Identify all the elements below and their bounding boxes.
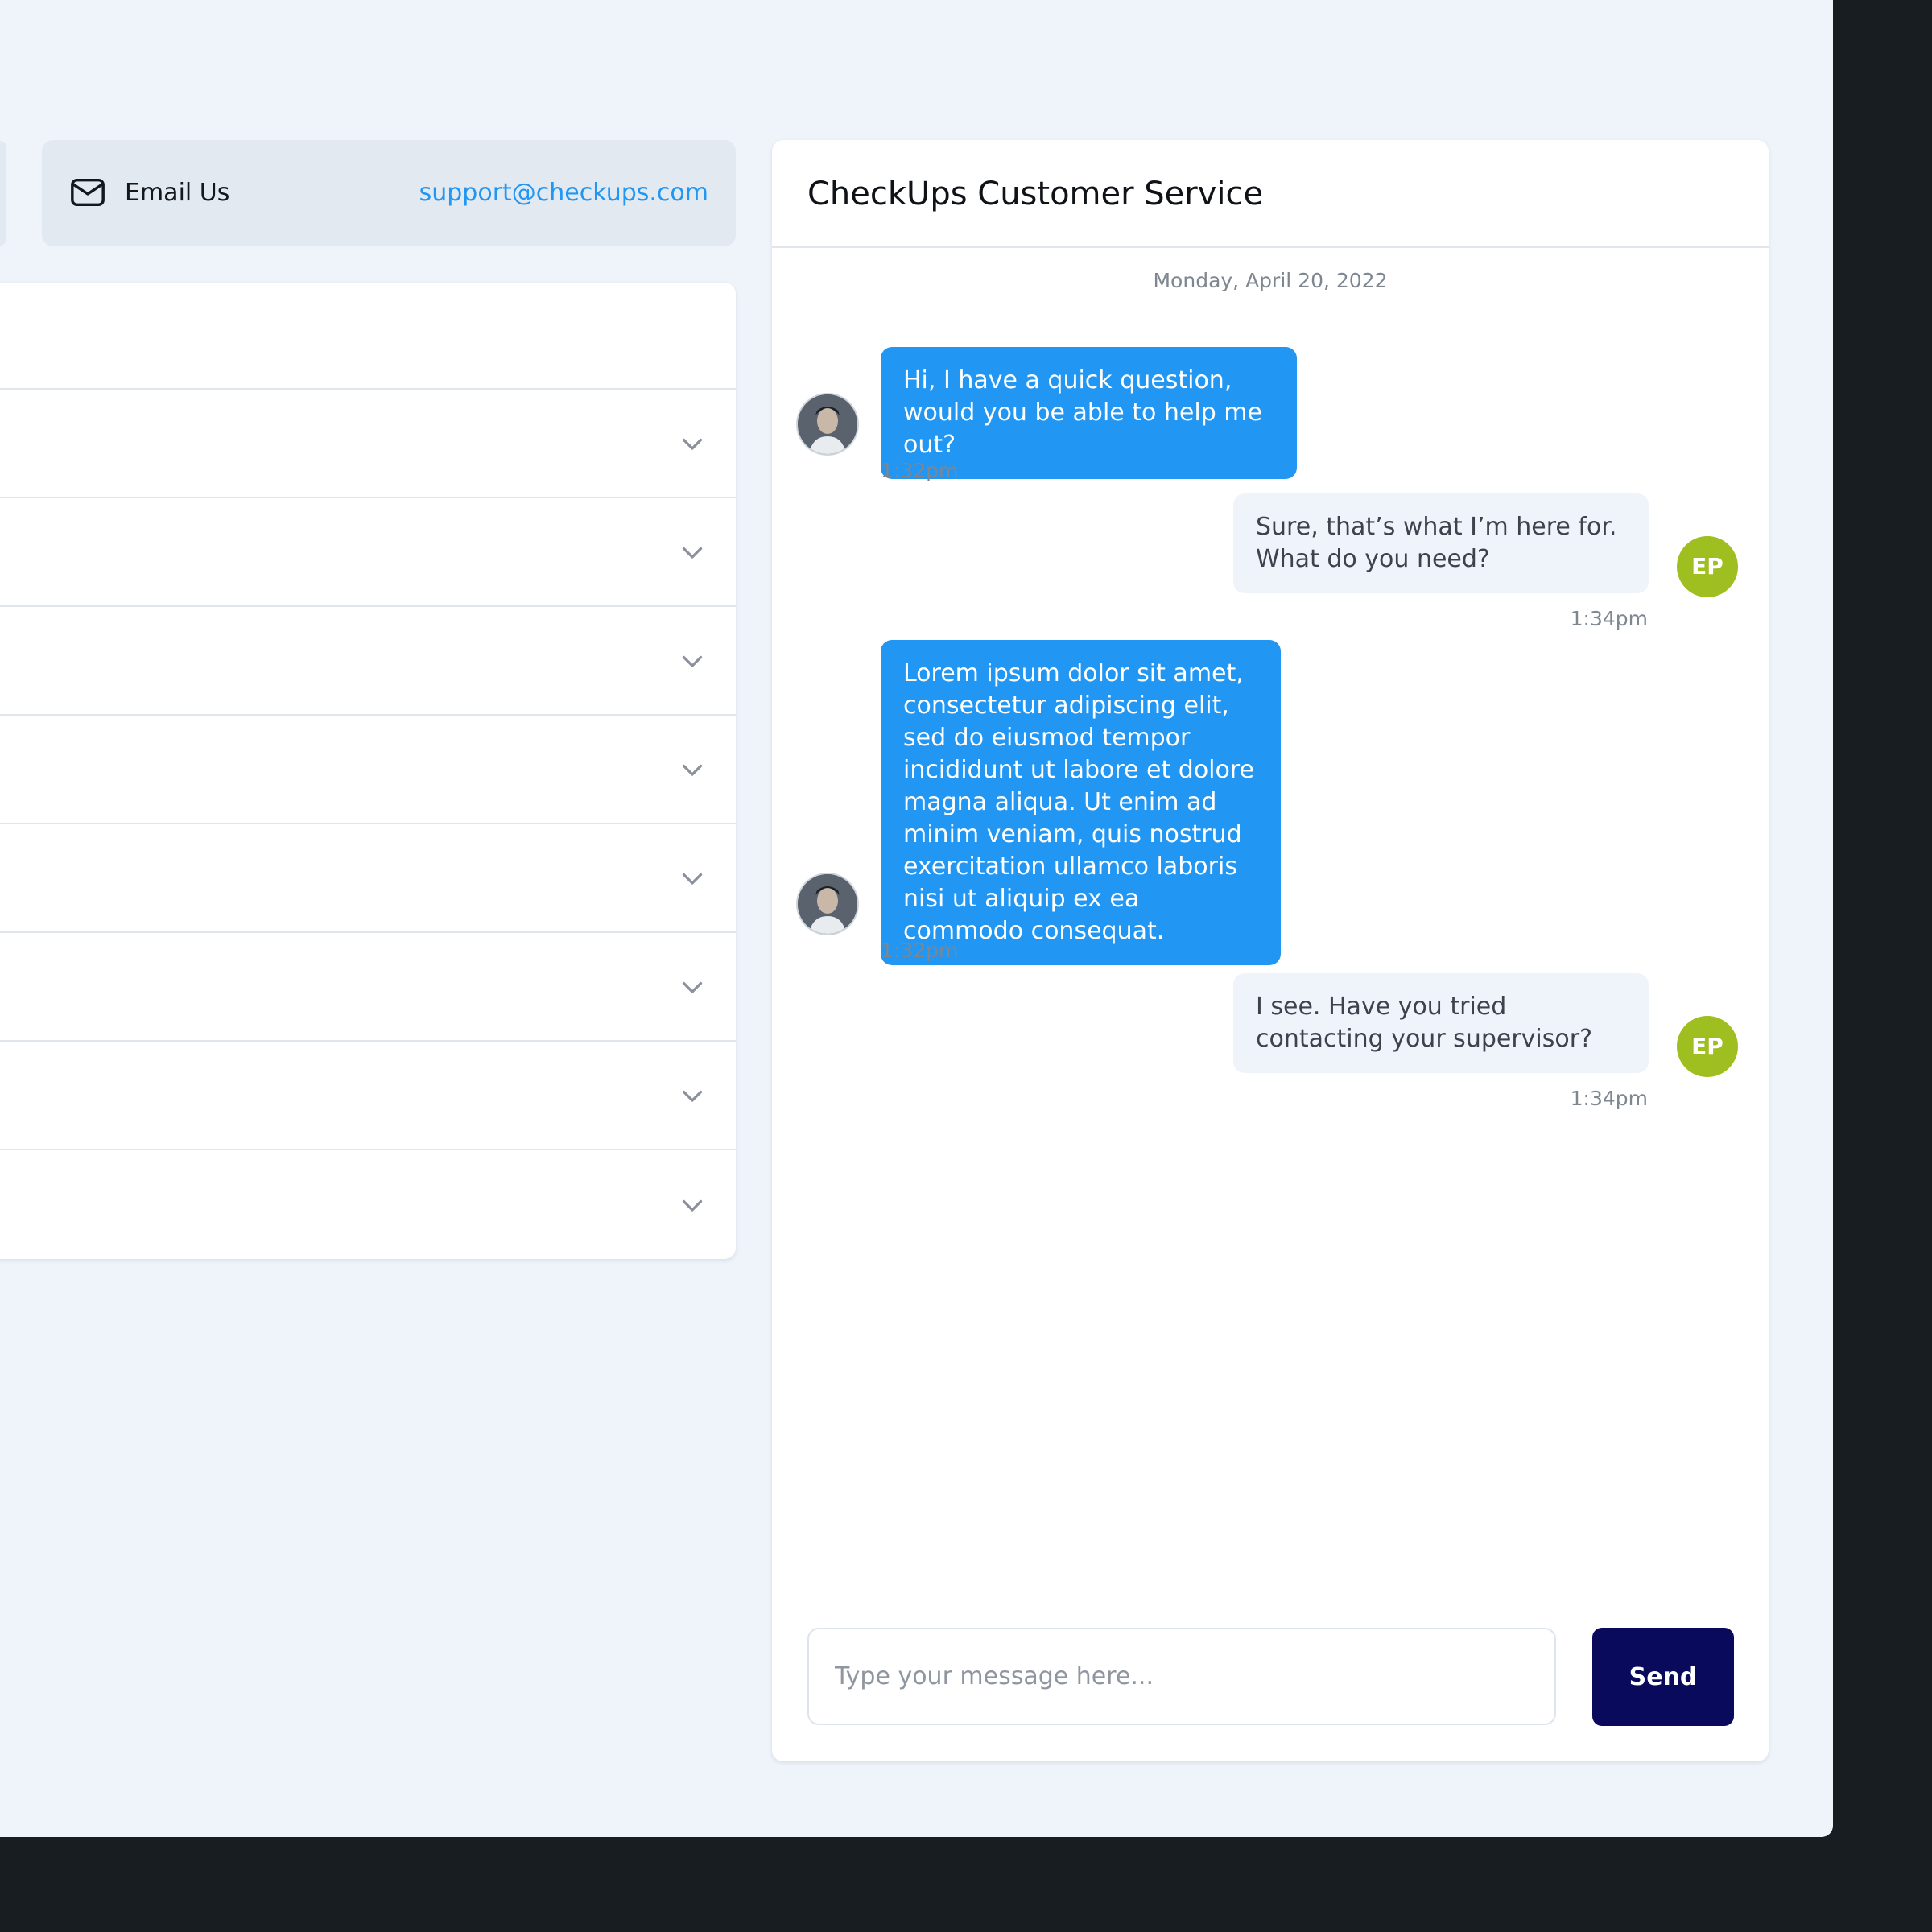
person-photo-icon: [798, 394, 857, 454]
faq-accordion: [0, 283, 736, 1259]
message-time: 1:32pm: [881, 939, 959, 962]
customer-avatar: [798, 874, 857, 934]
chevron-down-icon: [682, 655, 703, 667]
message-input[interactable]: [807, 1628, 1556, 1725]
send-button[interactable]: Send: [1592, 1628, 1734, 1726]
chat-date: Monday, April 20, 2022: [1153, 269, 1388, 292]
email-address-link[interactable]: support@checkups.com: [419, 140, 708, 246]
message-bubble: Lorem ipsum dolor sit amet, consectetur …: [881, 640, 1281, 965]
faq-item[interactable]: [0, 498, 736, 607]
message-time: 1:34pm: [1570, 607, 1648, 630]
faq-item[interactable]: [0, 607, 736, 716]
email-label: Email Us: [125, 179, 230, 207]
faq-item[interactable]: [0, 390, 736, 498]
customer-avatar: [798, 394, 857, 454]
chat-panel: CheckUps Customer Service Monday, April …: [772, 140, 1769, 1761]
chevron-down-icon: [682, 1090, 703, 1102]
faq-header: [0, 283, 736, 390]
app-window: Email Us support@checkups.com CheckUps C…: [0, 0, 1833, 1837]
faq-item[interactable]: [0, 933, 736, 1042]
chevron-down-icon: [682, 1199, 703, 1212]
person-photo-icon: [798, 874, 857, 934]
message-time: 1:34pm: [1570, 1087, 1648, 1110]
chat-title: CheckUps Customer Service: [772, 140, 1769, 248]
faq-item[interactable]: [0, 1042, 736, 1150]
message-bubble: I see. Have you tried contacting your su…: [1233, 973, 1649, 1073]
chevron-down-icon: [682, 764, 703, 776]
agent-avatar: EP: [1677, 1016, 1738, 1077]
message-time: 1:32pm: [881, 459, 959, 482]
faq-item[interactable]: [0, 1150, 736, 1259]
chevron-down-icon: [682, 438, 703, 450]
contact-card-partial: [0, 141, 6, 246]
message-bubble: Sure, that’s what I’m here for. What do …: [1233, 493, 1649, 593]
chevron-down-icon: [682, 547, 703, 559]
email-contact-card: Email Us support@checkups.com: [42, 140, 736, 246]
mail-icon: [71, 178, 105, 207]
agent-avatar: EP: [1677, 536, 1738, 597]
faq-item[interactable]: [0, 824, 736, 933]
chevron-down-icon: [682, 981, 703, 993]
chevron-down-icon: [682, 873, 703, 885]
faq-item[interactable]: [0, 716, 736, 824]
